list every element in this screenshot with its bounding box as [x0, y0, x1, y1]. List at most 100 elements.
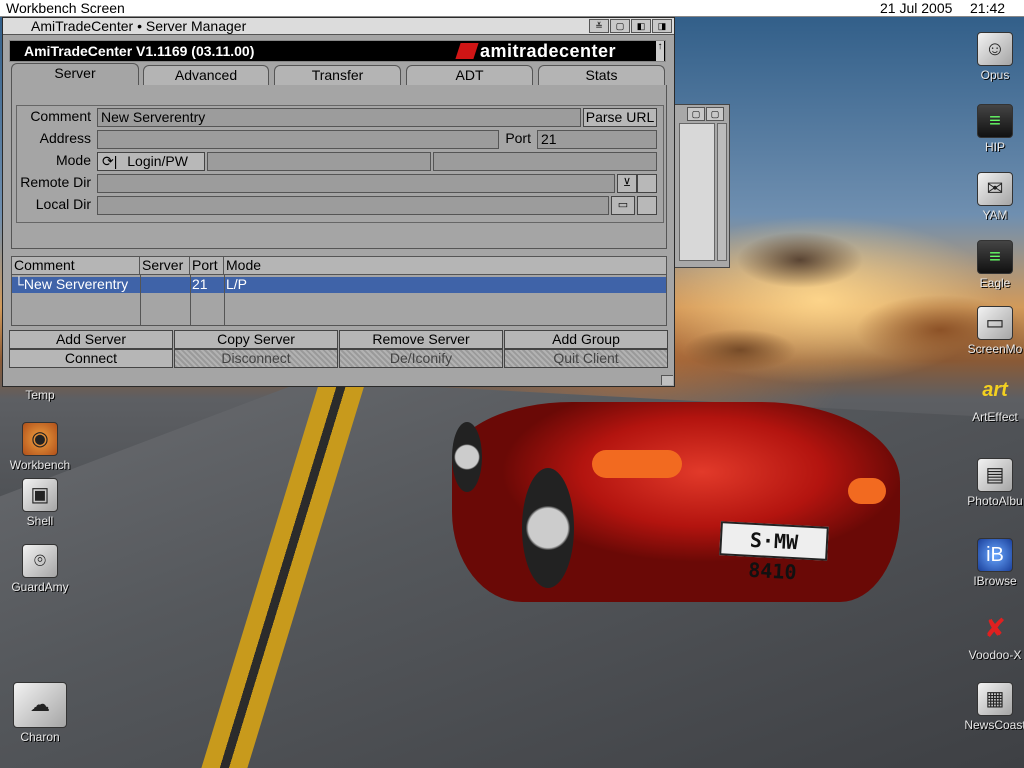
tab-transfer[interactable]: Transfer — [274, 65, 401, 85]
satellite-dish-icon: ⌾ — [22, 544, 58, 578]
server-list[interactable]: Comment Server Port Mode └New Serverentr… — [11, 256, 667, 326]
opus-icon: ☺ — [977, 32, 1013, 66]
server-manager-window: AmiTradeCenter • Server Manager ≚ ▢ ◧ ◨ … — [2, 17, 675, 387]
deiconify-button[interactable]: De/Iconify — [339, 349, 503, 368]
banner-arrow-icon[interactable]: ↑ — [656, 41, 664, 61]
car-taillight-left — [592, 450, 682, 478]
desktop-icon-guardamy[interactable]: ⌾ GuardAmy — [0, 544, 80, 594]
depth-back-icon[interactable]: ◧ — [631, 19, 651, 33]
tab-adt[interactable]: ADT — [406, 65, 533, 85]
disconnect-button[interactable]: Disconnect — [174, 349, 338, 368]
local-dir-field[interactable] — [97, 196, 609, 215]
column-mode[interactable]: Mode — [224, 257, 666, 275]
screen-title-bar: Workbench Screen 21 Jul 2005 21:42 — [0, 0, 1024, 17]
depth-front-icon[interactable]: ◨ — [652, 19, 672, 33]
remote-dir-dropdown-icon[interactable]: ⊻ — [617, 174, 637, 193]
resize-handle-icon[interactable] — [661, 375, 673, 385]
folder-icon[interactable]: ▭ — [611, 196, 635, 215]
bg-window-scrollbar[interactable] — [717, 123, 727, 261]
column-divider — [224, 275, 225, 325]
column-divider — [190, 275, 191, 325]
column-port[interactable]: Port — [190, 257, 224, 275]
eagle-icon: ≡ — [977, 240, 1013, 274]
bg-window-content — [679, 123, 715, 261]
column-server[interactable]: Server — [140, 257, 190, 275]
logo-text: amitradecenter — [480, 41, 617, 61]
charon-icon: ☁ — [13, 682, 67, 728]
bg-window-depth-button[interactable]: ▢ — [687, 107, 705, 121]
row-server — [140, 277, 190, 293]
parse-url-button[interactable]: Parse URL — [583, 108, 657, 127]
desktop-icon-ibrowse[interactable]: iB IBrowse — [955, 538, 1024, 588]
window-title: AmiTradeCenter • Server Manager — [31, 18, 247, 34]
address-field[interactable] — [97, 130, 499, 149]
comment-field[interactable]: New Serverentry — [97, 108, 581, 127]
remote-dir-label: Remote Dir — [20, 174, 91, 190]
background-window[interactable]: ▢ ▢ — [674, 104, 730, 268]
mode-value: Login/PW — [127, 153, 188, 169]
desktop-icon-screenmo[interactable]: ▭ ScreenMo — [955, 306, 1024, 356]
server-list-header: Comment Server Port Mode — [12, 257, 666, 275]
desktop-icon-arteffect[interactable]: art ArtEffect — [955, 374, 1024, 424]
car-body — [452, 402, 900, 602]
row-comment: └New Serverentry — [14, 276, 129, 292]
table-row[interactable]: └New Serverentry 21 L/P — [12, 277, 666, 293]
local-dir-label: Local Dir — [35, 196, 91, 212]
quit-client-button[interactable]: Quit Client — [504, 349, 668, 368]
desktop-icon-yam[interactable]: ✉ YAM — [955, 172, 1024, 222]
port-label: Port — [505, 130, 531, 146]
desktop-icon-temp[interactable]: Temp — [0, 388, 80, 402]
amitradecenter-logo: amitradecenter — [455, 41, 658, 61]
zoom-icon[interactable]: ▢ — [610, 19, 630, 33]
desktop-icon-photoalbu[interactable]: ▤ PhotoAlbu — [955, 458, 1024, 508]
screen-title: Workbench Screen — [6, 0, 125, 16]
remove-server-button[interactable]: Remove Server — [339, 330, 503, 349]
tab-advanced[interactable]: Advanced — [143, 65, 269, 85]
version-text: AmiTradeCenter V1.1169 (03.11.00) — [24, 43, 255, 59]
monitor-icon: ▭ — [977, 306, 1013, 340]
address-label: Address — [39, 130, 91, 146]
connect-button[interactable]: Connect — [9, 349, 173, 368]
server-form: Comment New Serverentry Parse URL Addres… — [16, 105, 664, 223]
bg-window-zoom-button[interactable]: ▢ — [706, 107, 724, 121]
mode-extra-field-1[interactable] — [207, 152, 431, 171]
logo-mark-icon — [455, 43, 479, 59]
mode-cycle-button[interactable]: ⟳| Login/PW — [97, 152, 205, 171]
desktop-icon-opus[interactable]: ☺ Opus — [955, 32, 1024, 82]
wrench-icon: ✘ — [984, 613, 1006, 643]
port-field[interactable]: 21 — [537, 130, 657, 149]
mode-extra-field-2[interactable] — [433, 152, 657, 171]
desktop-icon-voodoo[interactable]: ✘ Voodoo-X — [955, 612, 1024, 662]
car-taillight-right — [848, 478, 886, 504]
shell-icon: ▣ — [22, 478, 58, 512]
screen-time: 21:42 — [970, 0, 1006, 16]
remote-dir-extra-button[interactable] — [637, 174, 657, 193]
local-dir-extra-button[interactable] — [637, 196, 657, 215]
desktop-icon-workbench[interactable]: ◉ Workbench — [0, 422, 80, 472]
tab-stats[interactable]: Stats — [538, 65, 665, 85]
newspaper-icon: ▦ — [977, 682, 1013, 716]
row-mode: L/P — [226, 276, 248, 292]
iconify-icon[interactable]: ≚ — [589, 19, 609, 33]
tab-server[interactable]: Server — [11, 63, 139, 86]
column-divider — [140, 275, 141, 325]
copy-server-button[interactable]: Copy Server — [174, 330, 338, 349]
desktop-icon-hip[interactable]: ≡ HIP — [955, 104, 1024, 154]
car-license-plate: S·MW 8410 — [719, 521, 829, 584]
mail-icon: ✉ — [977, 172, 1013, 206]
ibrowse-icon: iB — [977, 538, 1013, 572]
desktop-icon-newscoast[interactable]: ▦ NewsCoast — [955, 682, 1024, 732]
desktop-icon-charon[interactable]: ☁ Charon — [0, 682, 80, 744]
photo-album-icon: ▤ — [977, 458, 1013, 492]
remote-dir-field[interactable] — [97, 174, 615, 193]
version-banner: AmiTradeCenter V1.1169 (03.11.00) amitra… — [9, 40, 666, 62]
column-comment[interactable]: Comment — [12, 257, 140, 275]
screen-date: 21 Jul 2005 — [880, 0, 953, 16]
window-title-bar[interactable]: AmiTradeCenter • Server Manager ≚ ▢ ◧ ◨ — [3, 18, 674, 35]
desktop-icon-shell[interactable]: ▣ Shell — [0, 478, 80, 528]
add-server-button[interactable]: Add Server — [9, 330, 173, 349]
row-port: 21 — [192, 276, 208, 292]
desktop-icon-eagle[interactable]: ≡ Eagle — [955, 240, 1024, 290]
wallpaper-car: S·MW 8410 — [452, 372, 902, 627]
add-group-button[interactable]: Add Group — [504, 330, 668, 349]
